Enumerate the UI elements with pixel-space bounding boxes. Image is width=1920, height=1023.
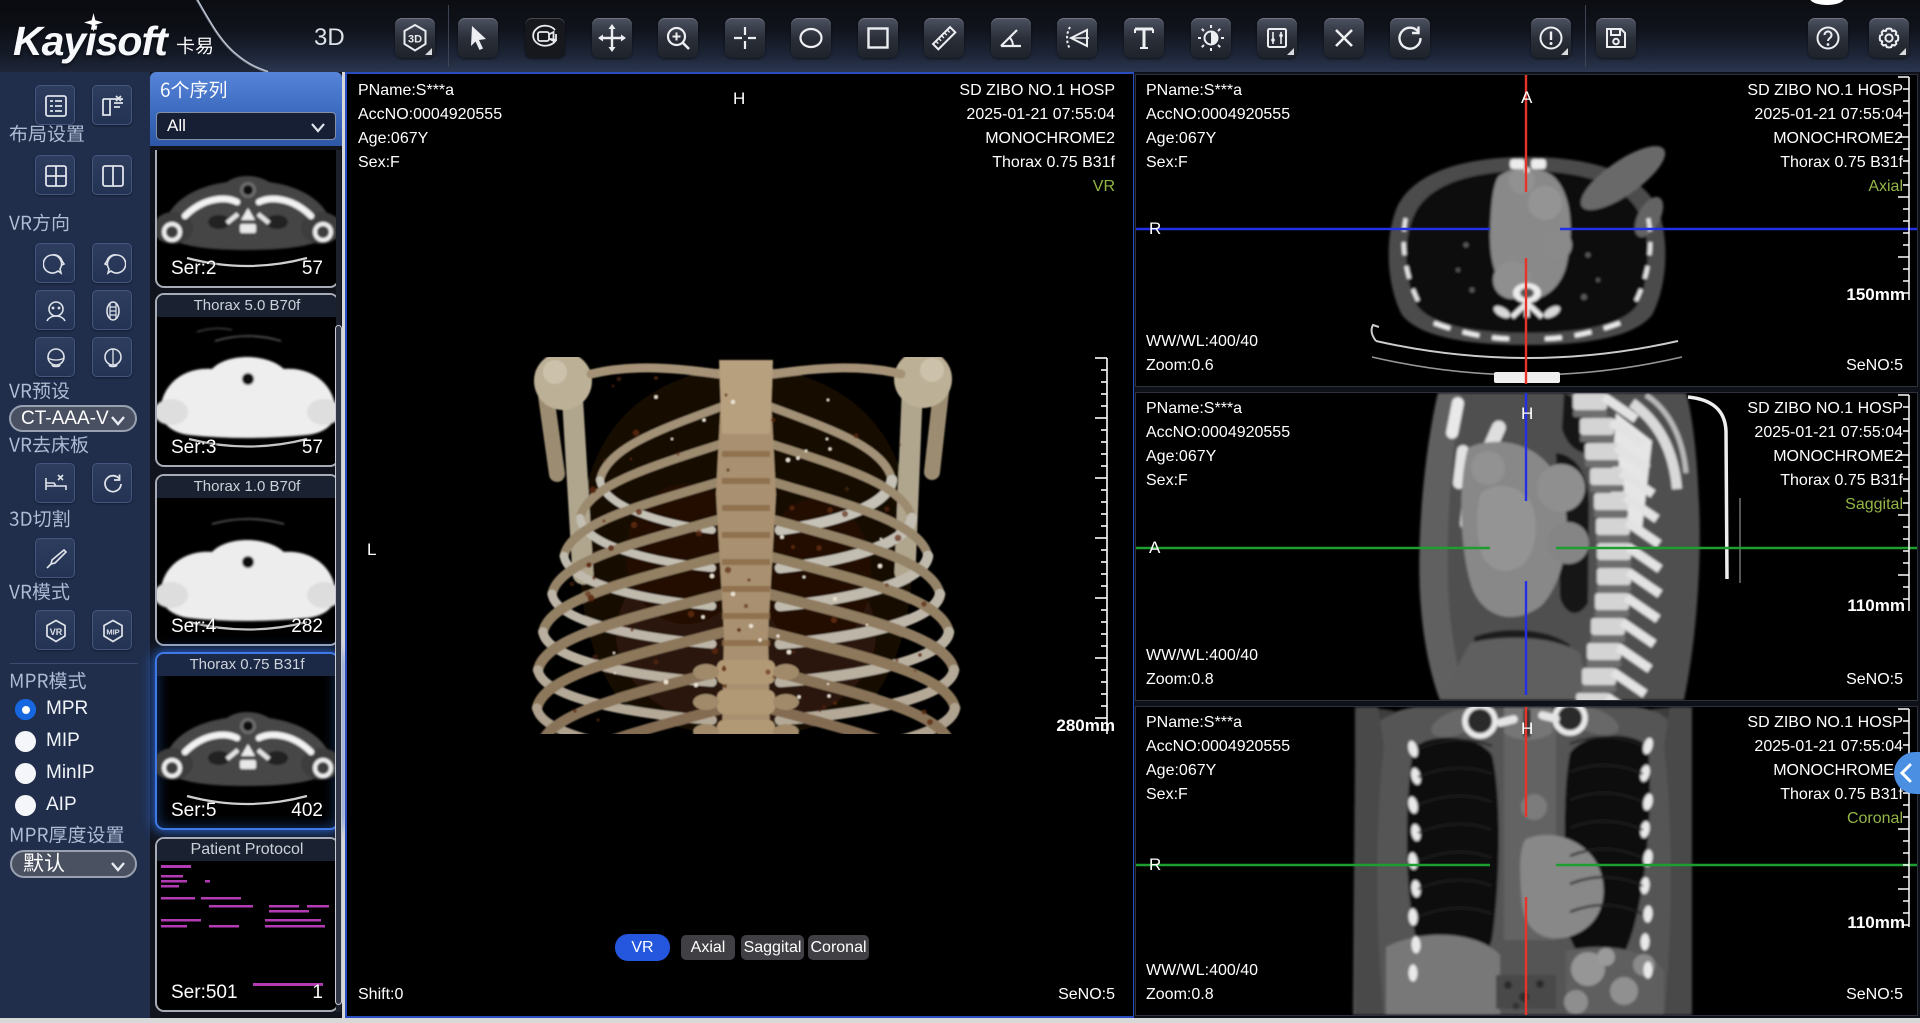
svg-text:3D: 3D [408,34,422,46]
svg-text:MIP: MIP [106,628,119,637]
svg-text:VR: VR [50,627,63,637]
